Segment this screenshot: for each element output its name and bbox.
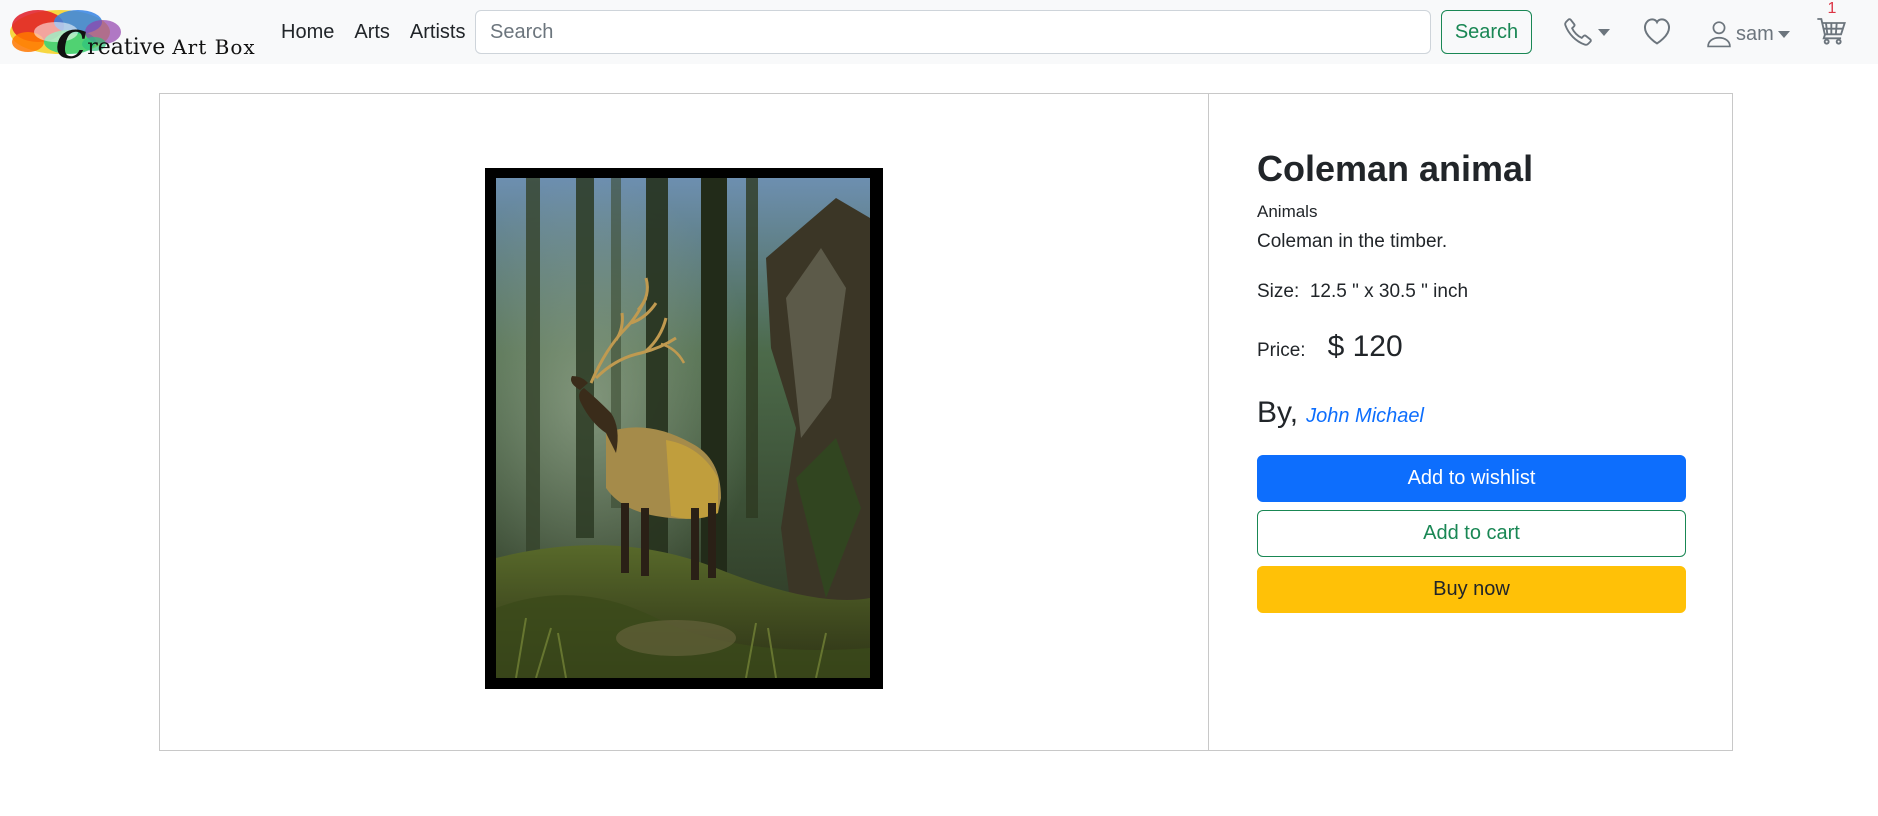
product-category: Animals xyxy=(1257,202,1318,221)
artist-link[interactable]: John Michael xyxy=(1306,405,1424,428)
heart-icon xyxy=(1643,18,1671,45)
artwork-image xyxy=(496,178,870,678)
add-to-cart-button[interactable]: Add to cart xyxy=(1257,510,1686,557)
elk-painting-image xyxy=(496,178,870,678)
brand-logo[interactable]: Creative Art Box xyxy=(8,4,255,67)
top-navbar: Creative Art Box Home Arts Artists Searc… xyxy=(0,0,1878,67)
nav-arts-link[interactable]: Arts xyxy=(344,21,400,44)
wishlist-link[interactable] xyxy=(1640,14,1674,51)
chevron-down-icon xyxy=(1598,28,1610,36)
product-size: Size: 12.5 " x 30.5 " inch xyxy=(1257,281,1468,303)
product-card: Coleman animal Animals Coleman in the ti… xyxy=(159,93,1733,751)
size-value: 12.5 " x 30.5 " inch xyxy=(1309,281,1469,302)
nav-home-link[interactable]: Home xyxy=(281,21,344,44)
search-button[interactable]: Search xyxy=(1441,10,1532,54)
add-to-wishlist-button[interactable]: Add to wishlist xyxy=(1257,455,1686,502)
cart-icon xyxy=(1817,18,1846,45)
nav-artists-link[interactable]: Artists xyxy=(400,21,476,44)
product-description: Coleman in the timber. xyxy=(1257,231,1448,252)
buy-now-button[interactable]: Buy now xyxy=(1257,566,1686,613)
product-title: Coleman animal xyxy=(1257,148,1534,189)
phone-icon xyxy=(1564,18,1592,46)
user-menu-dropdown[interactable]: sam xyxy=(1706,16,1790,52)
chevron-down-icon xyxy=(1777,30,1790,38)
person-icon xyxy=(1707,21,1731,48)
price-label: Price: xyxy=(1257,340,1306,361)
by-label: By, xyxy=(1257,396,1299,429)
phone-dropdown[interactable] xyxy=(1562,14,1610,50)
product-image-panel xyxy=(160,94,1209,750)
main-nav: Home Arts Artists xyxy=(281,0,475,64)
username-label: sam xyxy=(1736,22,1774,45)
size-label: Size: xyxy=(1257,281,1300,302)
price-value: $ 120 xyxy=(1327,330,1403,363)
brand-name: Creative Art Box xyxy=(56,22,256,67)
artwork-frame[interactable] xyxy=(485,168,883,689)
cart-link[interactable] xyxy=(1816,16,1848,51)
price-row: Price: $ 120 xyxy=(1257,330,1403,364)
artist-row: By, John Michael xyxy=(1257,396,1424,430)
search-input[interactable] xyxy=(475,10,1431,54)
